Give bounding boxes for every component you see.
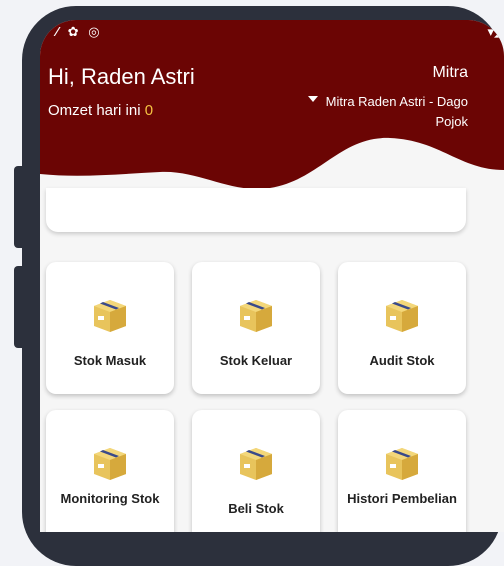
menu-tile-label: Monitoring Stok [60, 491, 160, 506]
role-label: Mitra [432, 64, 468, 81]
summary-card [46, 188, 466, 232]
menu-tile-histori-pembelian[interactable]: Histori Pembelian [338, 410, 466, 532]
omzet-value: 0 [144, 102, 154, 119]
store-selector[interactable]: Mitra Raden Astri - Dago Pojok [308, 92, 468, 132]
menu-tile-stok-keluar[interactable]: Stok Keluar [192, 262, 320, 394]
menu-tile-label: Histori Pembelian [347, 491, 457, 506]
package-icon [240, 300, 272, 332]
greeting-text: Hi, Raden Astri [48, 64, 195, 89]
menu-tile-label: Stok Masuk [73, 353, 147, 368]
omzet-label: Omzet hari ini [48, 102, 141, 119]
menu-tile-audit-stok[interactable]: Audit Stok [338, 262, 466, 394]
package-icon [386, 300, 418, 332]
package-icon [386, 448, 418, 480]
menu-tile-beli-stok[interactable]: Beli Stok [192, 410, 320, 532]
package-icon [94, 300, 126, 332]
menu-tile-stok-masuk[interactable]: Stok Masuk [46, 262, 174, 394]
status-icons-right: ▾◢ [487, 24, 504, 39]
menu-tile-label: Audit Stok [369, 353, 435, 368]
package-icon [240, 448, 272, 480]
menu-tile-label: Stok Keluar [219, 353, 293, 368]
status-bar: ⁄ ✿ ◎ ▾◢ [40, 24, 504, 42]
package-icon [94, 448, 126, 480]
menu-tile-monitoring-stok[interactable]: Monitoring Stok [46, 410, 174, 532]
status-icons-left: ⁄ ✿ ◎ [56, 24, 103, 39]
menu-tile-label: Beli Stok [228, 501, 284, 516]
app-screen: ⁄ ✿ ◎ ▾◢ Hi, Raden Astri Omzet hari ini … [40, 20, 504, 532]
omzet-summary: Omzet hari ini 0 [48, 102, 153, 119]
